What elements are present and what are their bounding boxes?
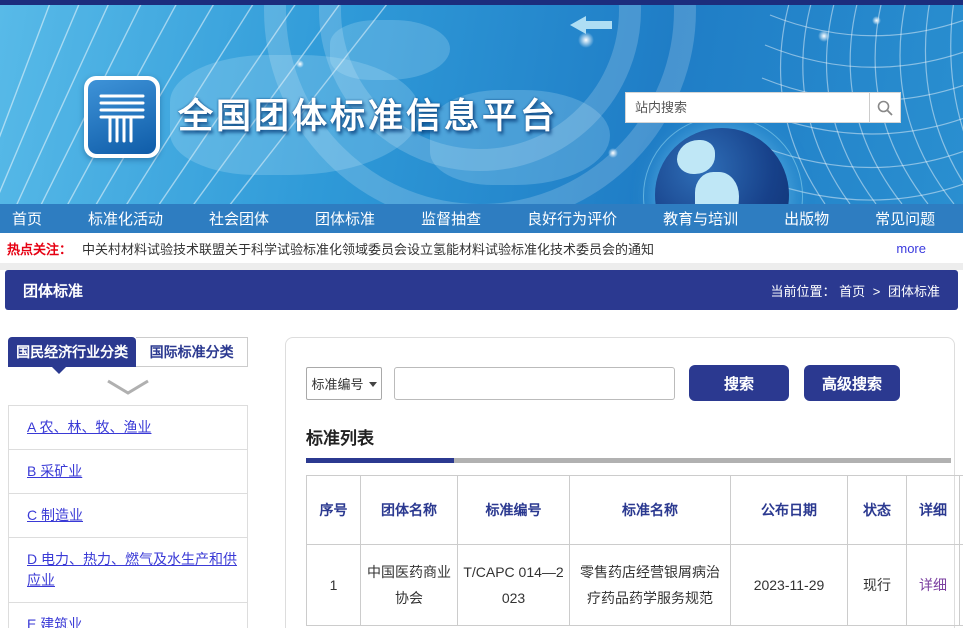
cell-index: 1 <box>307 545 361 626</box>
list-title-underline <box>306 458 951 463</box>
col-detail: 详细 <box>907 476 960 545</box>
chevron-down-icon <box>106 379 150 395</box>
nav-faq[interactable]: 常见问题 <box>875 208 935 229</box>
more-link[interactable]: more <box>896 241 926 256</box>
site-title: 全国团体标准信息平台 <box>178 88 558 139</box>
col-publish-date: 公布日期 <box>731 476 848 545</box>
col-standard-code: 标准编号 <box>458 476 570 545</box>
standards-search-row: 标准编号 搜索 高级搜索 <box>306 365 954 401</box>
page: 全国团体标准信息平台 首页 标准化活动 社会团体 团体标准 监督抽查 良好行为评… <box>0 0 963 628</box>
search-icon <box>877 100 893 116</box>
site-logo[interactable] <box>84 76 160 158</box>
site-banner: 全国团体标准信息平台 <box>0 0 963 204</box>
list-item: B 采矿业 <box>9 450 247 494</box>
breadcrumb-separator: > <box>873 284 881 299</box>
breadcrumb-home-link[interactable]: 首页 <box>839 284 865 299</box>
col-status: 状态 <box>848 476 907 545</box>
col-standard-name: 标准名称 <box>570 476 731 545</box>
cell-organization: 中国医药商业协会 <box>361 545 458 626</box>
category-link-c[interactable]: C 制造业 <box>27 507 83 523</box>
globe-graphic <box>655 128 789 204</box>
nav-social-organizations[interactable]: 社会团体 <box>209 208 269 229</box>
col-index: 序号 <box>307 476 361 545</box>
list-item: D 电力、热力、燃气及水生产和供应业 <box>9 538 247 603</box>
nav-publications[interactable]: 出版物 <box>784 208 829 229</box>
cell-standard-name: 零售药店经营银屑病治疗药品药学服务规范 <box>570 545 731 626</box>
page-title: 团体标准 <box>23 280 83 301</box>
category-sidebar: 国民经济行业分类 国际标准分类 A 农、林、牧、渔业 B 采矿业 C 制造业 D… <box>8 337 248 628</box>
nav-standardization-activities[interactable]: 标准化活动 <box>88 208 163 229</box>
advanced-search-button[interactable]: 高级搜索 <box>804 365 900 401</box>
hot-topic-link[interactable]: 中关村材料试验技术联盟关于科学试验标准化领域委员会设立氢能材料试验标准化技术委员… <box>82 239 654 258</box>
category-list: A 农、林、牧、渔业 B 采矿业 C 制造业 D 电力、热力、燃气及水生产和供应… <box>8 405 248 628</box>
list-item: E 建筑业 <box>9 603 247 628</box>
nav-supervision[interactable]: 监督抽查 <box>421 208 481 229</box>
table-header-row: 序号 团体名称 标准编号 标准名称 公布日期 状态 详细 购买信息 <box>307 476 963 545</box>
site-search <box>625 92 901 123</box>
hot-topics-bar: 热点关注： 中关村材料试验技术联盟关于科学试验标准化领域委员会设立氢能材料试验标… <box>0 233 963 263</box>
cell-status: 现行 <box>848 545 907 626</box>
site-search-button[interactable] <box>869 93 900 122</box>
logo-icon <box>88 80 156 154</box>
nav-group-standards[interactable]: 团体标准 <box>315 208 375 229</box>
chevron-down-icon <box>369 382 377 387</box>
nav-education-training[interactable]: 教育与培训 <box>663 208 738 229</box>
category-link-a[interactable]: A 农、林、牧、渔业 <box>27 419 151 435</box>
breadcrumb: 当前位置： 首页 > 团体标准 <box>770 281 940 300</box>
list-title: 标准列表 <box>306 424 954 449</box>
category-link-d[interactable]: D 电力、热力、燃气及水生产和供应业 <box>27 551 237 588</box>
divider <box>0 263 963 270</box>
col-organization: 团体名称 <box>361 476 458 545</box>
standard-search-input[interactable] <box>394 367 675 400</box>
arrow-decoration <box>570 16 586 34</box>
cell-standard-code: T/CAPC 014—2023 <box>458 545 570 626</box>
cell-publish-date: 2023-11-29 <box>731 545 848 626</box>
breadcrumb-current: 团体标准 <box>888 284 940 299</box>
main-nav: 首页 标准化活动 社会团体 团体标准 监督抽查 良好行为评价 教育与培训 出版物… <box>0 204 963 233</box>
tab-international-classification[interactable]: 国际标准分类 <box>136 337 248 367</box>
category-tabs: 国民经济行业分类 国际标准分类 <box>8 337 248 367</box>
cell-purchase-info: 不可出售 <box>960 545 963 626</box>
search-field-selected: 标准编号 <box>311 374 363 393</box>
category-link-e[interactable]: E 建筑业 <box>27 616 82 628</box>
list-item: C 制造业 <box>9 494 247 538</box>
list-item: A 农、林、牧、渔业 <box>9 406 247 450</box>
tab-national-economy-classification[interactable]: 国民经济行业分类 <box>8 337 136 367</box>
detail-link[interactable]: 详细 <box>919 577 947 593</box>
search-field-select[interactable]: 标准编号 <box>306 367 382 400</box>
nav-home[interactable]: 首页 <box>12 208 42 229</box>
page-title-bar: 团体标准 当前位置： 首页 > 团体标准 <box>5 270 958 310</box>
content-area: 国民经济行业分类 国际标准分类 A 农、林、牧、渔业 B 采矿业 C 制造业 D… <box>0 337 963 628</box>
standards-table: 序号 团体名称 标准编号 标准名称 公布日期 状态 详细 购买信息 1 中国医药… <box>306 475 963 626</box>
hot-topics-label: 热点关注： <box>7 239 72 258</box>
table-row: 1 中国医药商业协会 T/CAPC 014—2023 零售药店经营银屑病治疗药品… <box>307 545 963 626</box>
nav-good-practice[interactable]: 良好行为评价 <box>527 208 617 229</box>
col-purchase-info: 购买信息 <box>960 476 963 545</box>
standards-panel: 标准编号 搜索 高级搜索 标准列表 序号 团体名称 标准编号 标准名称 公布日期 <box>285 337 955 628</box>
search-button[interactable]: 搜索 <box>689 365 789 401</box>
category-link-b[interactable]: B 采矿业 <box>27 463 82 479</box>
breadcrumb-label: 当前位置： <box>770 284 835 299</box>
site-search-input[interactable] <box>626 93 869 122</box>
